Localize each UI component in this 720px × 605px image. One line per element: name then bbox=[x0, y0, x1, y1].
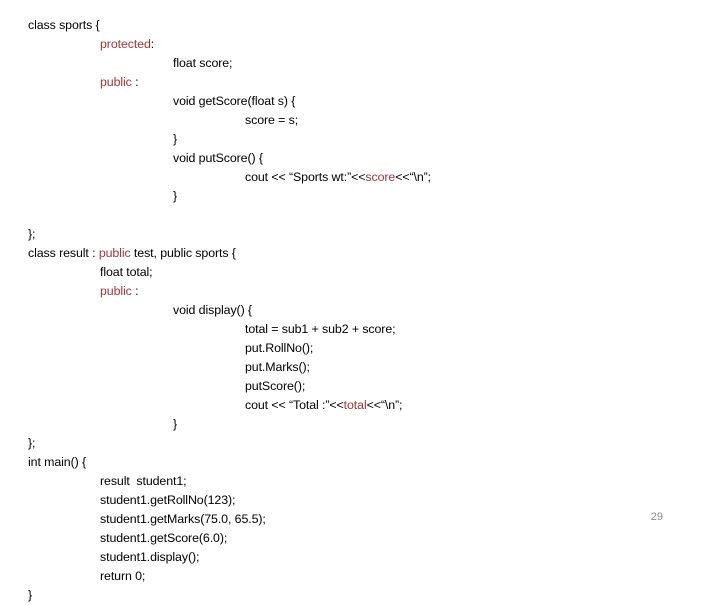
code-line: putScore(); bbox=[0, 377, 720, 396]
code-text: int main() { bbox=[28, 455, 87, 469]
code-text: putScore(); bbox=[245, 379, 306, 393]
code-text: } bbox=[173, 132, 178, 146]
code-text: float total; bbox=[100, 265, 153, 279]
code-text: student1.display(); bbox=[100, 550, 200, 564]
code-line: public : bbox=[0, 73, 720, 92]
code-text: cout << “Sports wt:”<< bbox=[245, 170, 366, 184]
code-line: } bbox=[0, 586, 720, 605]
code-text: student1.getScore(6.0); bbox=[100, 531, 228, 545]
code-line: void putScore() { bbox=[0, 149, 720, 168]
code-line: } bbox=[0, 187, 720, 206]
code-line: } bbox=[0, 415, 720, 434]
code-keyword: public bbox=[98, 246, 131, 260]
code-line: float total; bbox=[0, 263, 720, 282]
code-line: put.Marks(); bbox=[0, 358, 720, 377]
code-keyword: total bbox=[343, 398, 367, 412]
code-keyword: protected bbox=[100, 37, 151, 51]
code-text: total = sub1 + sub2 + score; bbox=[245, 322, 396, 336]
code-line: }; bbox=[0, 225, 720, 244]
code-text: void putScore() { bbox=[173, 151, 263, 165]
code-text: put.RollNo(); bbox=[245, 341, 314, 355]
code-text: : bbox=[150, 37, 155, 51]
code-line: } bbox=[0, 130, 720, 149]
code-text: } bbox=[28, 588, 33, 602]
code-line: student1.getRollNo(123); bbox=[0, 491, 720, 510]
code-text: class result : bbox=[28, 246, 99, 260]
code-text: class sports { bbox=[28, 18, 100, 32]
code-line: protected: bbox=[0, 35, 720, 54]
code-line: student1.getScore(6.0); bbox=[0, 529, 720, 548]
code-line: result student1; bbox=[0, 472, 720, 491]
code-line: void getScore(float s) { bbox=[0, 92, 720, 111]
code-text: } bbox=[173, 189, 178, 203]
code-keyword: score bbox=[365, 170, 396, 184]
code-line: int main() { bbox=[0, 453, 720, 472]
code-line: public : bbox=[0, 282, 720, 301]
code-text: test, public sports { bbox=[130, 246, 236, 260]
code-text: }; bbox=[28, 227, 36, 241]
code-text: <<“\n”; bbox=[395, 170, 432, 184]
code-line: cout << “Sports wt:”<<score<<“\n”; bbox=[0, 168, 720, 187]
code-line: put.RollNo(); bbox=[0, 339, 720, 358]
code-line: void display() { bbox=[0, 301, 720, 320]
code-text: score = s; bbox=[245, 113, 299, 127]
code-line: total = sub1 + sub2 + score; bbox=[0, 320, 720, 339]
code-line: student1.display(); bbox=[0, 548, 720, 567]
code-line: class result : public test, public sport… bbox=[0, 244, 720, 263]
code-line: }; bbox=[0, 434, 720, 453]
code-line: class sports { bbox=[0, 16, 720, 35]
code-text: <<“\n”; bbox=[366, 398, 403, 412]
code-line: score = s; bbox=[0, 111, 720, 130]
code-text: cout << “Total :”<< bbox=[245, 398, 344, 412]
code-line: float score; bbox=[0, 54, 720, 73]
page-number: 29 bbox=[650, 511, 663, 523]
code-listing: class sports {protected: float score; publ… bbox=[0, 16, 720, 605]
code-text: }; bbox=[28, 436, 36, 450]
code-line: return 0; bbox=[0, 567, 720, 586]
code-text: put.Marks(); bbox=[245, 360, 310, 374]
slide-canvas: class sports {protected: float score; publ… bbox=[0, 0, 720, 602]
code-text: result student1; bbox=[100, 474, 187, 488]
code-text: : bbox=[131, 75, 139, 89]
code-text: void display() { bbox=[173, 303, 252, 317]
code-text: student1.getMarks(75.0, 65.5); bbox=[100, 512, 266, 526]
code-keyword: public bbox=[100, 284, 132, 298]
code-text: } bbox=[173, 417, 178, 431]
code-text: void getScore(float s) { bbox=[173, 94, 296, 108]
code-line: cout << “Total :”<<total<<“\n”; bbox=[0, 396, 720, 415]
code-text: float score; bbox=[173, 56, 233, 70]
code-line: student1.getMarks(75.0, 65.5); bbox=[0, 510, 720, 529]
code-text: : bbox=[131, 284, 139, 298]
code-text: student1.getRollNo(123); bbox=[100, 493, 236, 507]
code-text: return 0; bbox=[100, 569, 146, 583]
code-keyword: public bbox=[100, 75, 132, 89]
